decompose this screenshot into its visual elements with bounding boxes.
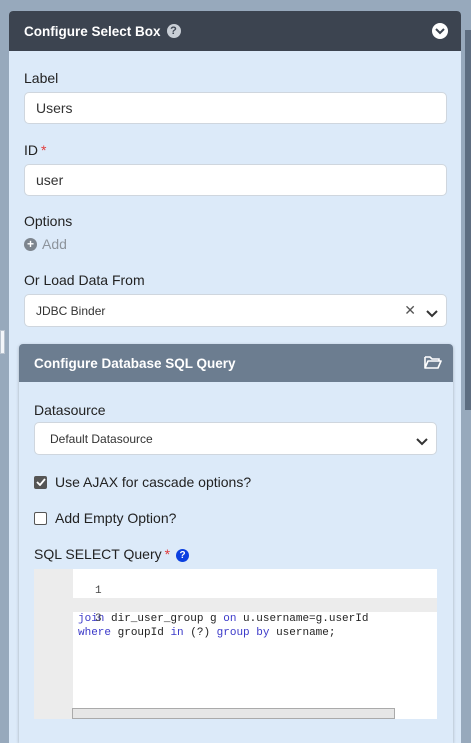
datasource-label: Datasource [34,402,106,418]
ajax-label: Use AJAX for cascade options? [55,474,252,490]
id-label-text: ID [24,142,38,158]
options-label: Options [24,213,73,229]
sql-query-label: SQL SELECT Query *? [34,546,190,562]
select-box-panel-header[interactable]: Configure Select Box ? [9,11,461,51]
sql-panel-title: Configure Database SQL Query [34,355,236,371]
empty-option[interactable]: Add Empty Option? [34,510,176,526]
id-field-label: ID * [24,142,46,158]
database-sql-query-panel: Configure Database SQL Query Datasource … [19,344,453,743]
empty-option-checkbox[interactable] [34,511,47,525]
folder-open-icon[interactable] [424,355,442,372]
code-line: 3 where groupId in (?) group by username… [34,598,437,639]
ajax-option[interactable]: Use AJAX for cascade options? [34,474,251,490]
id-input-value: user [36,172,64,188]
datasource-value: Default Datasource [50,431,153,446]
label-field-label: Label [24,70,59,86]
code-text: where groupId in (?) group by username; [78,627,336,639]
ajax-checkbox[interactable] [34,475,47,489]
panel-title: Configure Select Box [24,23,161,39]
add-label: Add [42,236,67,252]
add-option-button[interactable]: + Add [24,236,67,252]
clear-icon[interactable]: ✕ [404,302,416,319]
chevron-down-icon[interactable] [426,307,438,317]
load-data-select[interactable]: JDBC Binder ✕ [24,294,447,327]
id-input[interactable]: user [24,164,447,196]
plus-circle-icon: + [24,237,37,251]
label-input[interactable]: Users [24,92,447,124]
help-icon[interactable]: ? [166,24,181,38]
load-data-value: JDBC Binder [36,303,106,318]
code-line: 2 join dir_user_group g on u.username=g.… [34,584,437,625]
sql-label-text: SQL SELECT Query [34,546,162,562]
load-data-label: Or Load Data From [24,272,145,288]
page-scrollbar[interactable] [465,30,471,410]
sql-code-editor[interactable]: 1 select distinct username, firstName, g… [34,569,437,719]
editor-horizontal-scrollbar[interactable] [72,708,395,719]
code-line: 1 select distinct username, firstName, g… [34,570,437,611]
datasource-select[interactable]: Default Datasource [34,422,437,455]
line-number: 3 [95,613,102,625]
chevron-down-icon[interactable] [432,23,448,39]
label-input-value: Users [36,100,73,116]
side-resize-handle[interactable] [0,330,5,354]
chevron-down-icon [416,435,428,445]
required-marker: * [41,142,47,158]
required-marker: * [164,546,171,562]
sql-panel-header[interactable]: Configure Database SQL Query [19,344,453,382]
help-icon[interactable]: ? [176,548,190,562]
empty-option-label: Add Empty Option? [55,510,177,526]
code-text: join dir_user_group g on u.username=g.us… [78,613,369,625]
